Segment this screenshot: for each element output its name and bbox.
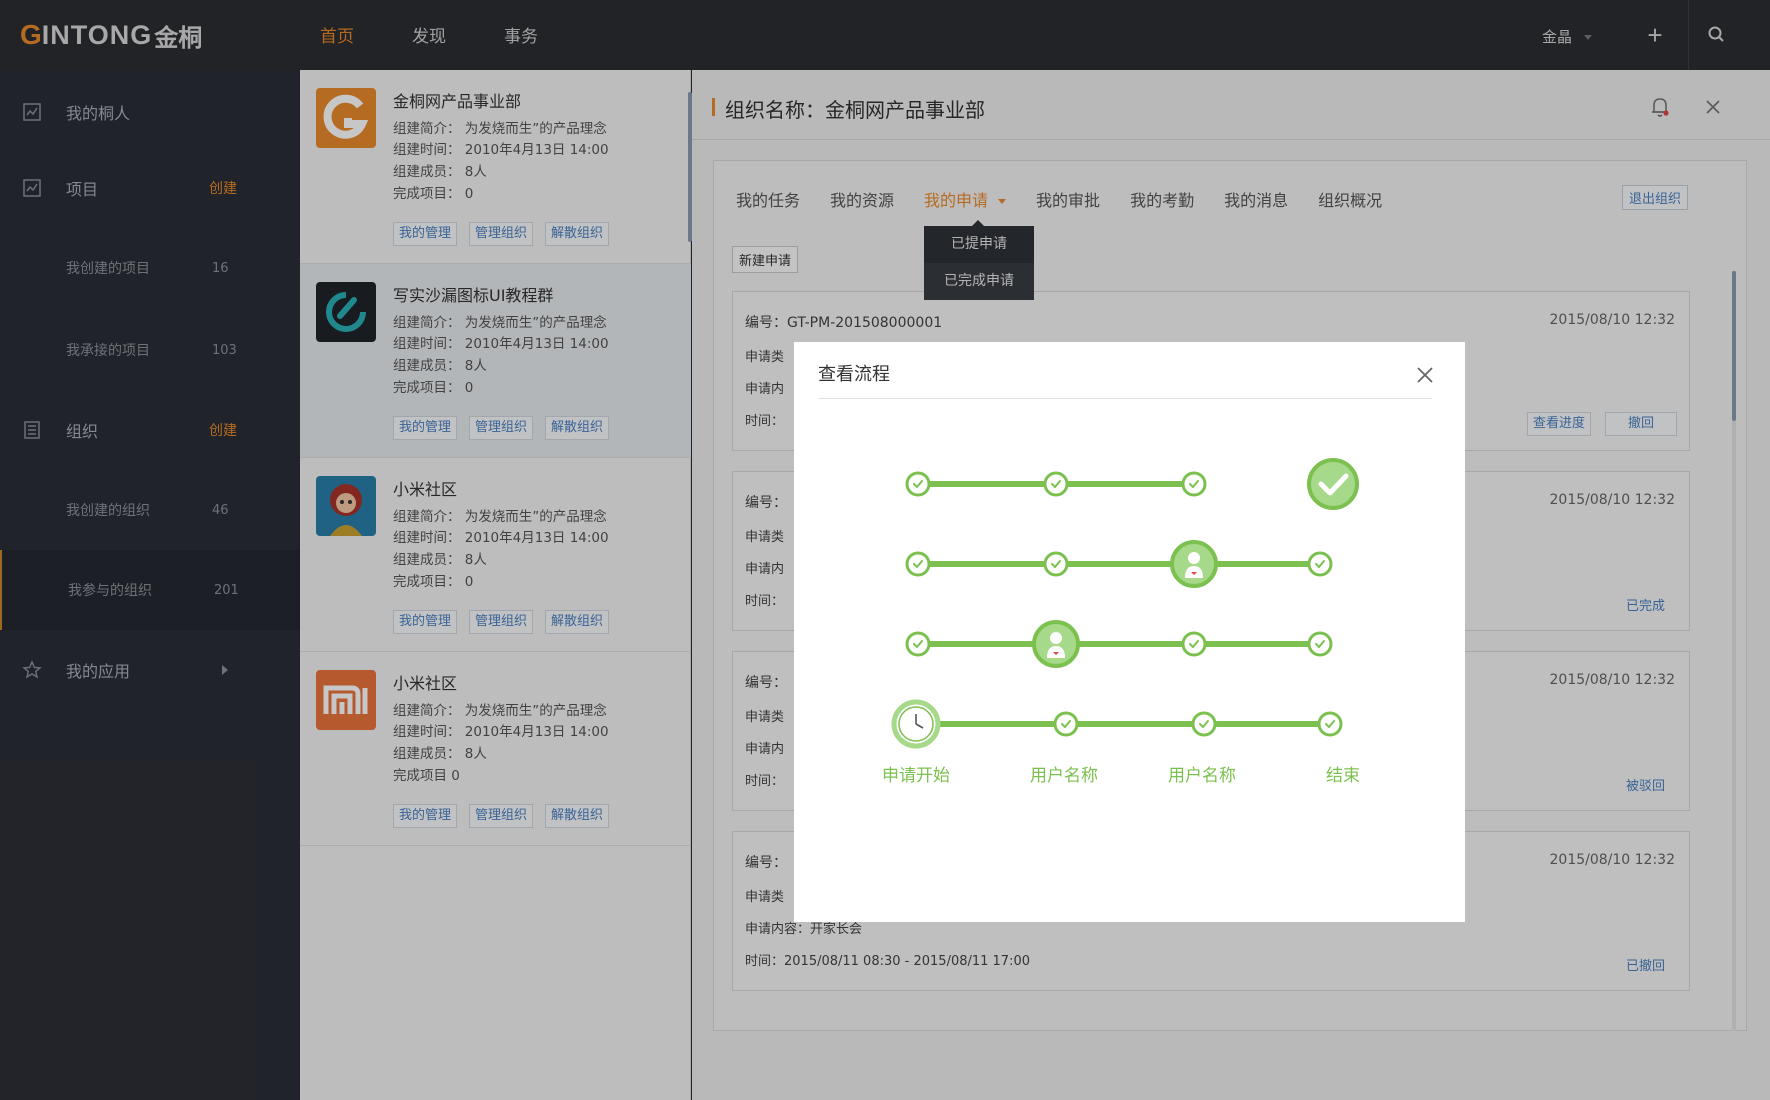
step-done-icon	[1055, 713, 1077, 735]
step-done-icon	[1183, 473, 1205, 495]
process-modal: 查看流程 申请开始 用户名称 用户名称 结束	[794, 342, 1465, 922]
user-avatar-icon	[1170, 540, 1218, 588]
step-done-icon	[1045, 473, 1067, 495]
step-done-icon	[1309, 633, 1331, 655]
step-label-user: 用户名称	[1030, 766, 1098, 786]
step-done-icon	[1183, 633, 1205, 655]
step-label-start: 申请开始	[882, 766, 950, 786]
flow-row-4	[891, 699, 1341, 749]
step-complete-icon	[1307, 458, 1359, 510]
step-done-icon	[1319, 713, 1341, 735]
step-done-icon	[907, 633, 929, 655]
step-done-icon	[907, 553, 929, 575]
flow-row-3	[907, 620, 1331, 668]
step-label-user: 用户名称	[1168, 766, 1236, 786]
process-flow	[891, 458, 1359, 749]
user-avatar-icon	[1032, 620, 1080, 668]
step-done-icon	[1045, 553, 1067, 575]
flow-row-2	[907, 540, 1331, 588]
flow-row-1	[907, 458, 1359, 510]
step-done-icon	[1309, 553, 1331, 575]
step-done-icon	[907, 473, 929, 495]
clock-icon	[891, 699, 941, 749]
step-label-end: 结束	[1326, 766, 1360, 786]
step-done-icon	[1193, 713, 1215, 735]
